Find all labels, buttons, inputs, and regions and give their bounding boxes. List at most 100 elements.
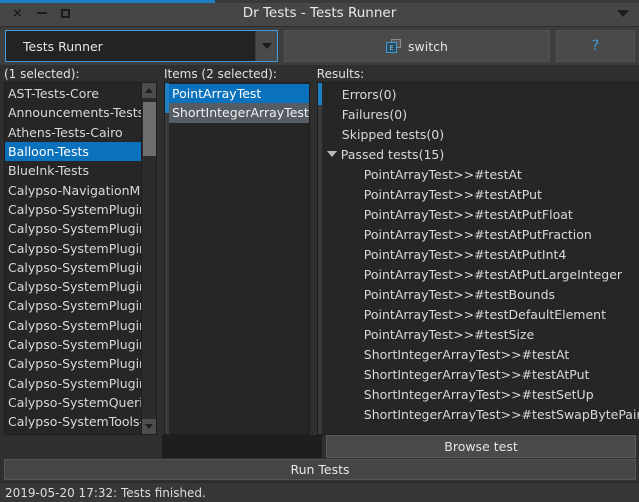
results-listbox[interactable]: Errors(0) Failures(0) Skipped tests(0) Pass… xyxy=(316,82,639,435)
result-test-row[interactable]: PointArrayTest>>#testAtPutLargeInteger xyxy=(322,264,639,284)
test-class-list-item[interactable]: PointArrayTest xyxy=(169,84,309,104)
package-list-item[interactable]: Calypso-SystemPlugins-De xyxy=(5,219,141,238)
result-category-label: Errors(0) xyxy=(341,86,397,102)
package-list-item-label: Calypso-SystemPlugins-Flɑ xyxy=(8,259,141,275)
items-list: PointArrayTest ShortIntegerArrayTest xyxy=(165,83,309,434)
test-class-list-item-label: ShortIntegerArrayTest xyxy=(172,105,309,121)
switch-button[interactable]: E switch xyxy=(284,30,550,62)
result-test-label: ShortIntegerArrayTest>>#testAtPut xyxy=(363,366,590,382)
statusbar-message: 2019-05-20 17:32: Tests finished. xyxy=(5,485,206,500)
scroll-down-arrow-icon[interactable] xyxy=(141,419,156,434)
result-category-row[interactable]: Skipped tests(0) xyxy=(322,124,639,144)
package-list-item[interactable]: Calypso-NavigationModel- xyxy=(5,180,141,199)
package-list-item-label: Calypso-SystemPlugins-Tr xyxy=(8,356,141,372)
minimize-icon[interactable] xyxy=(35,7,48,20)
items-listbox[interactable]: PointArrayTest ShortIntegerArrayTest xyxy=(164,82,310,435)
package-list-item[interactable]: Calypso-SystemPlugins-Ur xyxy=(5,373,141,392)
result-category-row[interactable]: Failures(0) xyxy=(322,104,639,124)
package-list-item-label: Calypso-SystemTools-FullI xyxy=(8,414,141,430)
results-pane-header: Results: xyxy=(312,65,639,82)
package-list-item-label: Calypso-SystemPlugins-Re xyxy=(8,298,141,314)
result-test-row[interactable]: PointArrayTest>>#testAtPutInt4 xyxy=(322,244,639,264)
package-list-item[interactable]: Announcements-Tests-Cor xyxy=(5,103,141,122)
results-scroll-indicator[interactable] xyxy=(317,83,322,434)
result-test-row[interactable]: PointArrayTest>>#testBounds xyxy=(322,284,639,304)
window-accent-strip xyxy=(0,0,215,3)
package-list-item[interactable]: Calypso-SystemPlugins-FF xyxy=(5,238,141,257)
result-test-label: PointArrayTest>>#testAtPutInt4 xyxy=(363,246,567,262)
result-test-row[interactable]: ShortIntegerArrayTest>>#testAtPut xyxy=(322,364,639,384)
packages-scroll-track[interactable] xyxy=(141,98,156,419)
result-category-row[interactable]: Passed tests(15) xyxy=(322,144,639,164)
result-test-row[interactable]: PointArrayTest>>#testAtPutFloat xyxy=(322,204,639,224)
package-list-item[interactable]: Athens-Tests-Cairo xyxy=(5,123,141,142)
result-test-label: ShortIntegerArrayTest>>#testSwapBytePair… xyxy=(363,406,639,422)
result-test-label: PointArrayTest>>#testAtPut xyxy=(363,186,542,202)
main-content: (1 selected): AST-Tests-Core Announcement… xyxy=(0,65,639,435)
package-list-item[interactable]: Calypso-SystemPlugins-SU xyxy=(5,335,141,354)
result-category-label: Failures(0) xyxy=(341,106,408,122)
secondary-button-row: Browse test xyxy=(0,435,639,458)
run-tests-button[interactable]: Run Tests xyxy=(4,459,636,480)
window-menu-caret-down-icon[interactable] xyxy=(617,9,629,17)
result-test-label: PointArrayTest>>#testAtPutFloat xyxy=(363,206,573,222)
results-pane: Results: Errors(0) Failures(0) Skipped tes… xyxy=(312,65,639,435)
package-list-item-label: Calypso-SystemPlugins-De xyxy=(8,221,141,237)
packages-pane-header: (1 selected): xyxy=(0,65,160,82)
result-category-label: Passed tests(15) xyxy=(340,146,445,162)
result-test-row[interactable]: PointArrayTest>>#testAt xyxy=(322,164,639,184)
package-list-item[interactable]: Balloon-Tests xyxy=(5,141,141,162)
close-icon[interactable]: × xyxy=(11,7,24,20)
result-test-row[interactable]: ShortIntegerArrayTest>>#testAt xyxy=(322,344,639,364)
package-list-item[interactable]: Calypso-SystemPlugins-Cr xyxy=(5,200,141,219)
titlebar: × Dr Tests - Tests Runner xyxy=(0,0,639,27)
window-controls: × xyxy=(0,7,72,20)
statusbar: 2019-05-20 17:32: Tests finished. xyxy=(0,482,639,502)
package-list-item[interactable]: Calypso-SystemPlugins-In xyxy=(5,277,141,296)
result-test-row[interactable]: ShortIntegerArrayTest>>#testSetUp xyxy=(322,384,639,404)
package-list-item[interactable]: Calypso-SystemPlugins-Re xyxy=(5,316,141,335)
package-list-item[interactable]: AST-Tests-Core xyxy=(5,84,141,103)
result-test-row[interactable]: PointArrayTest>>#testDefaultElement xyxy=(322,304,639,324)
result-test-label: PointArrayTest>>#testSize xyxy=(363,326,535,342)
package-list-item[interactable]: Calypso-SystemPlugins-Flɑ xyxy=(5,258,141,277)
result-test-label: PointArrayTest>>#testAt xyxy=(363,166,522,182)
packages-listbox[interactable]: AST-Tests-Core Announcements-Tests-Cor Ath… xyxy=(4,82,157,435)
packages-scroll-thumb[interactable] xyxy=(142,102,156,156)
package-list-item[interactable]: Calypso-SystemPlugins-Tr xyxy=(5,354,141,373)
help-button[interactable]: ? xyxy=(556,30,635,62)
result-test-row[interactable]: PointArrayTest>>#testAtPut xyxy=(322,184,639,204)
result-test-row[interactable]: ShortIntegerArrayTest>>#testSwapBytePair… xyxy=(322,404,639,424)
package-list-item[interactable]: Calypso-SystemQueries-Te xyxy=(5,393,141,412)
scroll-up-arrow-icon[interactable] xyxy=(141,83,156,98)
package-list-item[interactable]: Calypso-SystemTools-FullI xyxy=(5,412,141,431)
window-title: Dr Tests - Tests Runner xyxy=(242,5,397,21)
browse-test-button[interactable]: Browse test xyxy=(326,435,636,458)
package-list-item[interactable]: BlueInk-Tests xyxy=(5,161,141,180)
test-class-list-item[interactable]: ShortIntegerArrayTest xyxy=(169,103,309,123)
tool-selector-dropdown[interactable]: Tests Runner xyxy=(5,30,278,62)
triangle-down-icon[interactable] xyxy=(326,151,337,157)
result-test-label: PointArrayTest>>#testDefaultElement xyxy=(363,306,606,322)
result-test-row[interactable]: PointArrayTest>>#testSize xyxy=(322,324,639,344)
items-scroll-indicator[interactable] xyxy=(165,83,169,434)
chevron-down-icon[interactable] xyxy=(255,31,277,61)
run-button-row: Run Tests xyxy=(0,458,639,482)
results-tree: Errors(0) Failures(0) Skipped tests(0) Pass… xyxy=(318,83,639,434)
maximize-icon[interactable] xyxy=(59,7,72,20)
package-list-item-label: Athens-Tests-Cairo xyxy=(8,124,123,140)
switch-button-label: switch xyxy=(408,38,448,54)
result-test-row[interactable]: PointArrayTest>>#testAtPutFraction xyxy=(322,224,639,244)
result-test-label: PointArrayTest>>#testAtPutFraction xyxy=(363,226,592,242)
items-pane: Items (2 selected): PointArrayTest ShortI… xyxy=(160,65,313,435)
package-list-item-label: Calypso-SystemQueries-Te xyxy=(8,394,141,410)
package-list-item-label: Calypso-SystemPlugins-Ur xyxy=(8,375,141,391)
test-class-list-item-label: PointArrayTest xyxy=(172,86,262,102)
window-accent-strip-inactive xyxy=(215,0,639,3)
packages-scrollbar[interactable] xyxy=(141,83,156,434)
package-list-item[interactable]: Calypso-SystemPlugins-Re xyxy=(5,296,141,315)
package-list-item-label: Announcements-Tests-Cor xyxy=(8,105,141,121)
result-category-row[interactable]: Errors(0) xyxy=(322,84,639,104)
button-row-spacer-left xyxy=(4,435,158,458)
toolbar: Tests Runner E switch ? xyxy=(0,27,639,65)
